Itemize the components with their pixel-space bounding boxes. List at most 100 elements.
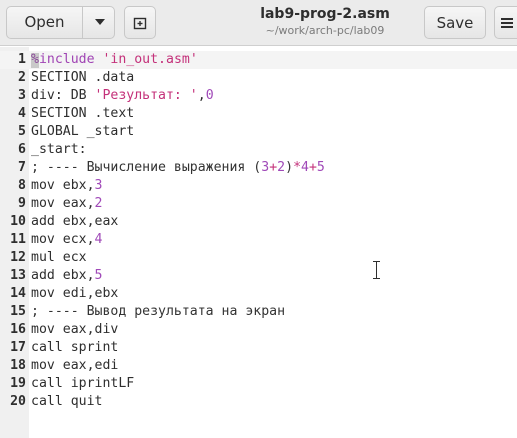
code-text: ; ---- Вывод результата на экран: [31, 303, 285, 321]
line-number: 16: [10, 322, 26, 337]
code-line[interactable]: 6 _start:: [0, 141, 517, 159]
window-title-area: lab9-prog-2.asm ~/work/arch-pc/lab09: [240, 5, 410, 38]
code-token: 4: [94, 232, 103, 247]
line-number: 17: [10, 340, 26, 355]
code-text: mov eax,div: [31, 321, 118, 339]
window-title: lab9-prog-2.asm: [260, 6, 390, 22]
code-text: GLOBAL _start: [31, 123, 134, 141]
code-line[interactable]: 1 %include 'in_out.asm': [0, 51, 517, 69]
code-token: SECTION .data: [31, 70, 135, 85]
code-line[interactable]: 3 div: DB 'Результат: ',0: [0, 87, 517, 105]
code-token: add ebx,: [31, 268, 95, 283]
ibeam-cursor-icon: [373, 261, 380, 279]
new-tab-button[interactable]: [124, 6, 156, 39]
line-number: 18: [10, 358, 26, 373]
line-number: 7: [18, 160, 26, 175]
code-token: mul ecx: [31, 250, 87, 265]
code-line[interactable]: 18 mov eax,edi: [0, 357, 517, 375]
code-text: call quit: [31, 393, 102, 411]
code-line[interactable]: 16 mov eax,div: [0, 321, 517, 339]
code-token: 2: [94, 196, 103, 211]
header-bar: Open lab9-prog-2.asm ~/work/arch-pc/lab0…: [0, 0, 517, 46]
code-token: mov eax,: [31, 196, 95, 211]
code-text: mov edi,ebx: [31, 285, 118, 303]
line-number: 5: [18, 124, 26, 139]
code-token: 5: [316, 160, 325, 175]
code-token: 'in_out.asm': [102, 52, 198, 67]
code-line[interactable]: 4 SECTION .text: [0, 105, 517, 123]
code-text: add ebx,5: [31, 267, 102, 285]
code-token: add ebx,eax: [31, 214, 119, 229]
code-line[interactable]: 14 mov edi,ebx: [0, 285, 517, 303]
chevron-down-icon[interactable]: [95, 19, 105, 25]
code-token: 2: [277, 160, 286, 175]
code-token: mov eax,edi: [31, 358, 119, 373]
line-number: 4: [18, 106, 26, 121]
line-number: 19: [10, 376, 26, 391]
code-line[interactable]: 7 ; ---- Вычисление выражения (3+2)*4+5: [0, 159, 517, 177]
code-line[interactable]: 19 call iprintLF: [0, 375, 517, 393]
code-text: call iprintLF: [31, 375, 134, 393]
code-token: 'Результат: ': [94, 88, 198, 103]
line-number: 2: [18, 70, 26, 85]
line-number: 10: [10, 214, 26, 229]
code-token: 3: [261, 160, 270, 175]
line-number: 3: [18, 88, 26, 103]
line-number: 9: [18, 196, 26, 211]
open-button[interactable]: Open: [6, 6, 115, 39]
code-token: 4: [301, 160, 309, 175]
code-token: SECTION .text: [31, 106, 135, 121]
code-line[interactable]: 9 mov eax,2: [0, 195, 517, 213]
code-token: call iprintLF: [31, 376, 135, 391]
line-number: 15: [10, 304, 26, 319]
code-token: *: [293, 160, 302, 175]
code-line[interactable]: 17 call sprint: [0, 339, 517, 357]
code-token: call quit: [31, 394, 103, 409]
code-editor[interactable]: 1 %include 'in_out.asm' 2 SECTION .data 3 div…: [0, 47, 517, 438]
code-line[interactable]: 5 GLOBAL _start: [0, 123, 517, 141]
code-text: ; ---- Вычисление выражения (3+2)*4+5: [31, 159, 325, 177]
code-token: %include: [31, 52, 95, 67]
code-text: div: DB 'Результат: ',0: [31, 87, 214, 105]
code-token: mov ebx,: [31, 178, 95, 193]
line-number: 20: [10, 394, 26, 409]
save-button[interactable]: Save: [424, 6, 486, 39]
code-line[interactable]: 15 ; ---- Вывод результата на экран: [0, 303, 517, 321]
code-token: mov eax,div: [31, 322, 119, 337]
code-token: GLOBAL _start: [31, 124, 135, 139]
line-number: 13: [10, 268, 26, 283]
line-number: 6: [18, 142, 26, 157]
code-token: ; ---- Вывод результата на экран: [31, 304, 286, 319]
menu-button[interactable]: [494, 6, 517, 39]
code-token: 3: [94, 178, 103, 193]
code-text: mov eax,2: [31, 195, 102, 213]
code-text: call sprint: [31, 339, 118, 357]
code-line[interactable]: 20 call quit: [0, 393, 517, 411]
code-token: mov ecx,: [31, 232, 95, 247]
window-subtitle-path: ~/work/arch-pc/lab09: [265, 24, 385, 37]
line-number: 11: [10, 232, 26, 247]
hamburger-menu-icon: [501, 17, 513, 28]
line-number: 1: [18, 52, 26, 67]
code-line[interactable]: 2 SECTION .data: [0, 69, 517, 87]
open-button-divider: [82, 7, 83, 38]
code-token: ): [285, 160, 294, 175]
code-line[interactable]: 13 add ebx,5: [0, 267, 517, 285]
code-text: SECTION .text: [31, 105, 134, 123]
code-token: div: DB: [31, 88, 95, 103]
code-line[interactable]: 10 add ebx,eax: [0, 213, 517, 231]
code-line[interactable]: 12 mul ecx: [0, 249, 517, 267]
code-token: call sprint: [31, 340, 119, 355]
code-token: 5: [94, 268, 103, 283]
code-line[interactable]: 11 mov ecx,4: [0, 231, 517, 249]
code-token: 0: [205, 88, 214, 103]
code-text: mov ebx,3: [31, 177, 102, 195]
code-token: _start:: [31, 142, 87, 157]
code-line[interactable]: 8 mov ebx,3: [0, 177, 517, 195]
code-token: ; ---- Вычисление выражения (: [31, 160, 262, 175]
open-button-label: Open: [24, 13, 65, 31]
code-text: mov ecx,4: [31, 231, 102, 249]
text-caret: [31, 53, 39, 68]
code-token: mov edi,ebx: [31, 286, 119, 301]
line-number: 12: [10, 250, 26, 265]
